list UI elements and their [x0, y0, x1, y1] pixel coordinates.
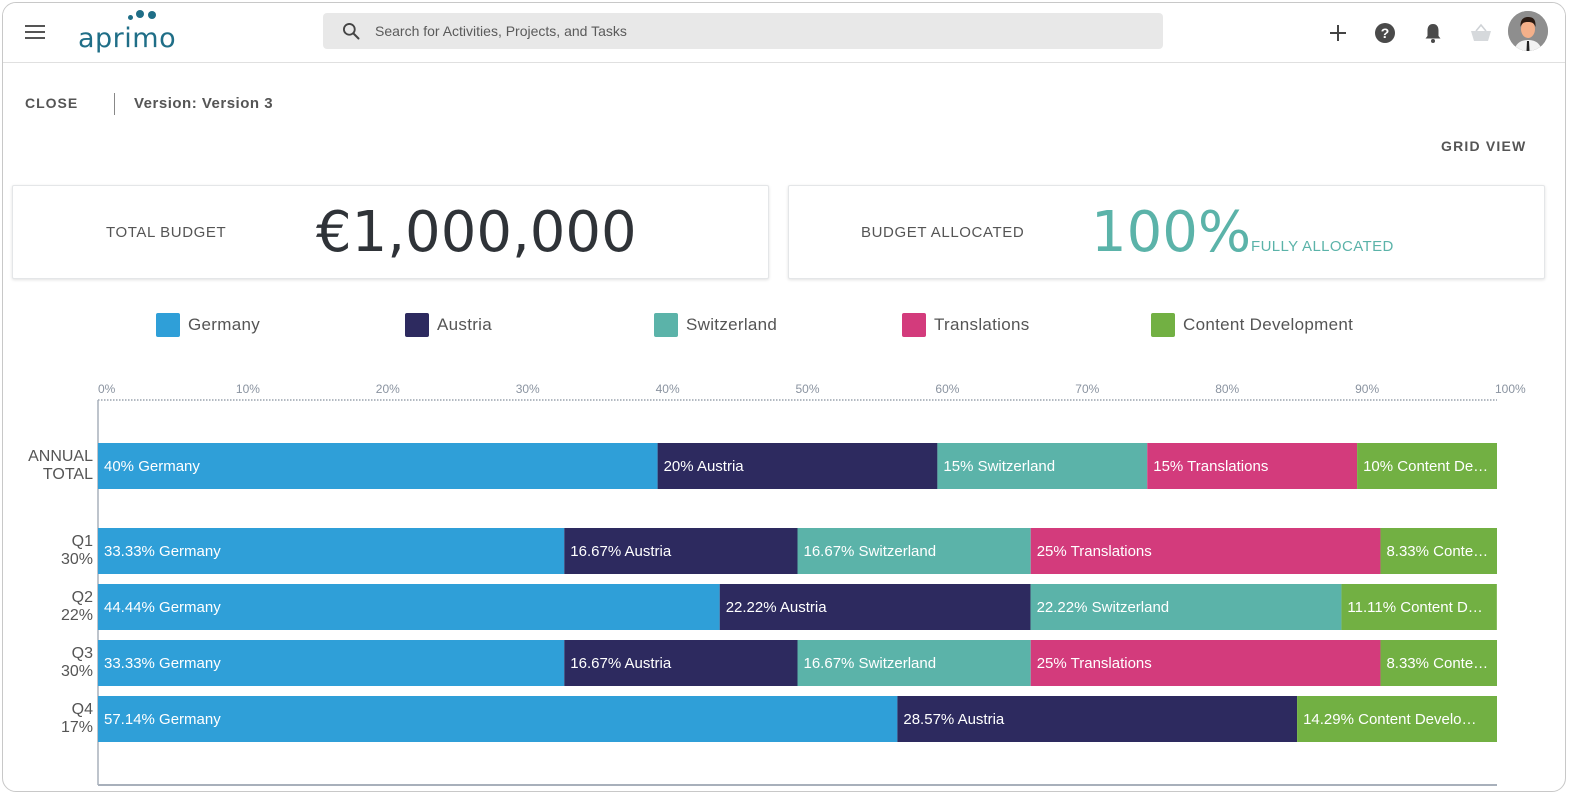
bar-segment-label: 40% Germany	[104, 458, 200, 475]
x-tick-label: 40%	[656, 382, 680, 396]
x-tick-label: 70%	[1075, 382, 1099, 396]
bar-segment-label: 25% Translations	[1037, 543, 1152, 560]
row-label: TOTAL	[43, 466, 93, 483]
x-tick-label: 80%	[1215, 382, 1239, 396]
row-label: 30%	[61, 551, 93, 568]
bar-segment-label: 15% Switzerland	[943, 458, 1055, 475]
basket-icon[interactable]	[1469, 21, 1493, 45]
bell-icon[interactable]	[1421, 21, 1445, 45]
bar-segment-label: 33.33% Germany	[104, 655, 221, 672]
legend-label: Austria	[437, 315, 493, 334]
bar-segment-label: 16.67% Switzerland	[804, 655, 937, 672]
x-tick-label: 20%	[376, 382, 400, 396]
bar-segment-label: 10% Content De…	[1363, 458, 1488, 475]
avatar-image	[1508, 11, 1548, 51]
total-budget-value: €1,000,000	[316, 200, 637, 265]
allocation-status: FULLY ALLOCATED	[1251, 238, 1394, 255]
row-label: Q2	[72, 589, 93, 606]
bar-segment-label: 22.22% Switzerland	[1037, 599, 1170, 616]
legend-swatch	[156, 313, 180, 337]
menu-icon[interactable]	[25, 25, 45, 41]
row-label: Q3	[72, 645, 93, 662]
legend-swatch	[902, 313, 926, 337]
bar-segment-label: 33.33% Germany	[104, 543, 221, 560]
budget-allocated-card: BUDGET ALLOCATED 100% FULLY ALLOCATED	[788, 185, 1545, 279]
bar-segment-label: 20% Austria	[664, 458, 745, 475]
divider	[114, 93, 115, 115]
help-icon[interactable]: ?	[1373, 21, 1397, 45]
legend-label: Switzerland	[686, 315, 778, 334]
bar-segment-label: 57.14% Germany	[104, 711, 221, 728]
x-tick-label: 60%	[935, 382, 959, 396]
app-window: aprimo ?	[2, 2, 1566, 792]
x-tick-label: 30%	[516, 382, 540, 396]
user-avatar[interactable]	[1508, 11, 1548, 51]
legend-item-germany[interactable]: Germany	[156, 311, 260, 339]
budget-allocation-chart: 0% 10% 20% 30% 40% 50% 60% 70% 80% 90% 100% ANNUALT…	[28, 382, 1526, 786]
logo-text: aprimo	[78, 23, 177, 54]
row-label: 30%	[61, 663, 93, 680]
bar-segment-label: 44.44% Germany	[104, 599, 221, 616]
bar-segment-label: 11.11% Content D…	[1347, 599, 1482, 616]
x-tick-label: 100%	[1495, 382, 1526, 396]
search-icon	[343, 23, 360, 40]
bar-segment-label: 22.22% Austria	[726, 599, 828, 616]
aprimo-logo[interactable]: aprimo	[78, 9, 178, 55]
budget-allocated-value: 100%	[1091, 200, 1252, 265]
bar-segment-label: 14.29% Content Develo…	[1303, 711, 1476, 728]
close-button[interactable]: CLOSE	[25, 95, 78, 111]
legend-label: Content Development	[1183, 315, 1354, 334]
x-tick-label: 90%	[1355, 382, 1379, 396]
bar-segment-label: 8.33% Conte…	[1386, 543, 1488, 560]
row-label: Q4	[72, 701, 93, 718]
search-input[interactable]	[375, 13, 1135, 49]
row-label: 22%	[61, 607, 93, 624]
legend-item-austria[interactable]: Austria	[405, 311, 492, 339]
top-bar: aprimo ?	[3, 3, 1565, 63]
bar-segment-label: 25% Translations	[1037, 655, 1152, 672]
x-tick-label: 50%	[796, 382, 820, 396]
legend-item-switzerland[interactable]: Switzerland	[654, 311, 777, 339]
legend-swatch	[1151, 313, 1175, 337]
row-label: Q1	[72, 533, 93, 550]
x-tick-label: 0%	[98, 382, 116, 396]
legend-swatch	[654, 313, 678, 337]
legend-label: Germany	[188, 315, 261, 334]
bar-segment-label: 16.67% Austria	[570, 543, 672, 560]
legend-item-translations[interactable]: Translations	[902, 311, 1030, 339]
legend-label: Translations	[934, 315, 1030, 334]
budget-allocated-label: BUDGET ALLOCATED	[861, 224, 1025, 241]
bar-segment-label: 8.33% Conte…	[1386, 655, 1488, 672]
x-tick-label: 10%	[236, 382, 260, 396]
bar-segment-label: 16.67% Switzerland	[804, 543, 937, 560]
grid-view-button[interactable]: GRID VIEW	[1441, 138, 1526, 154]
bar-segment-label: 28.57% Austria	[903, 711, 1005, 728]
search-bar[interactable]	[323, 13, 1163, 49]
row-label: 17%	[61, 719, 93, 736]
total-budget-card: TOTAL BUDGET €1,000,000	[12, 185, 769, 279]
legend-swatch	[405, 313, 429, 337]
legend-item-content-development[interactable]: Content Development	[1151, 311, 1353, 339]
bar-segment-label: 16.67% Austria	[570, 655, 672, 672]
svg-text:?: ?	[1381, 25, 1390, 41]
row-label: ANNUAL	[28, 448, 93, 465]
version-label: Version: Version 3	[134, 95, 274, 112]
bar-segment-label: 15% Translations	[1153, 458, 1268, 475]
plus-icon[interactable]	[1326, 21, 1350, 45]
total-budget-label: TOTAL BUDGET	[106, 224, 227, 241]
